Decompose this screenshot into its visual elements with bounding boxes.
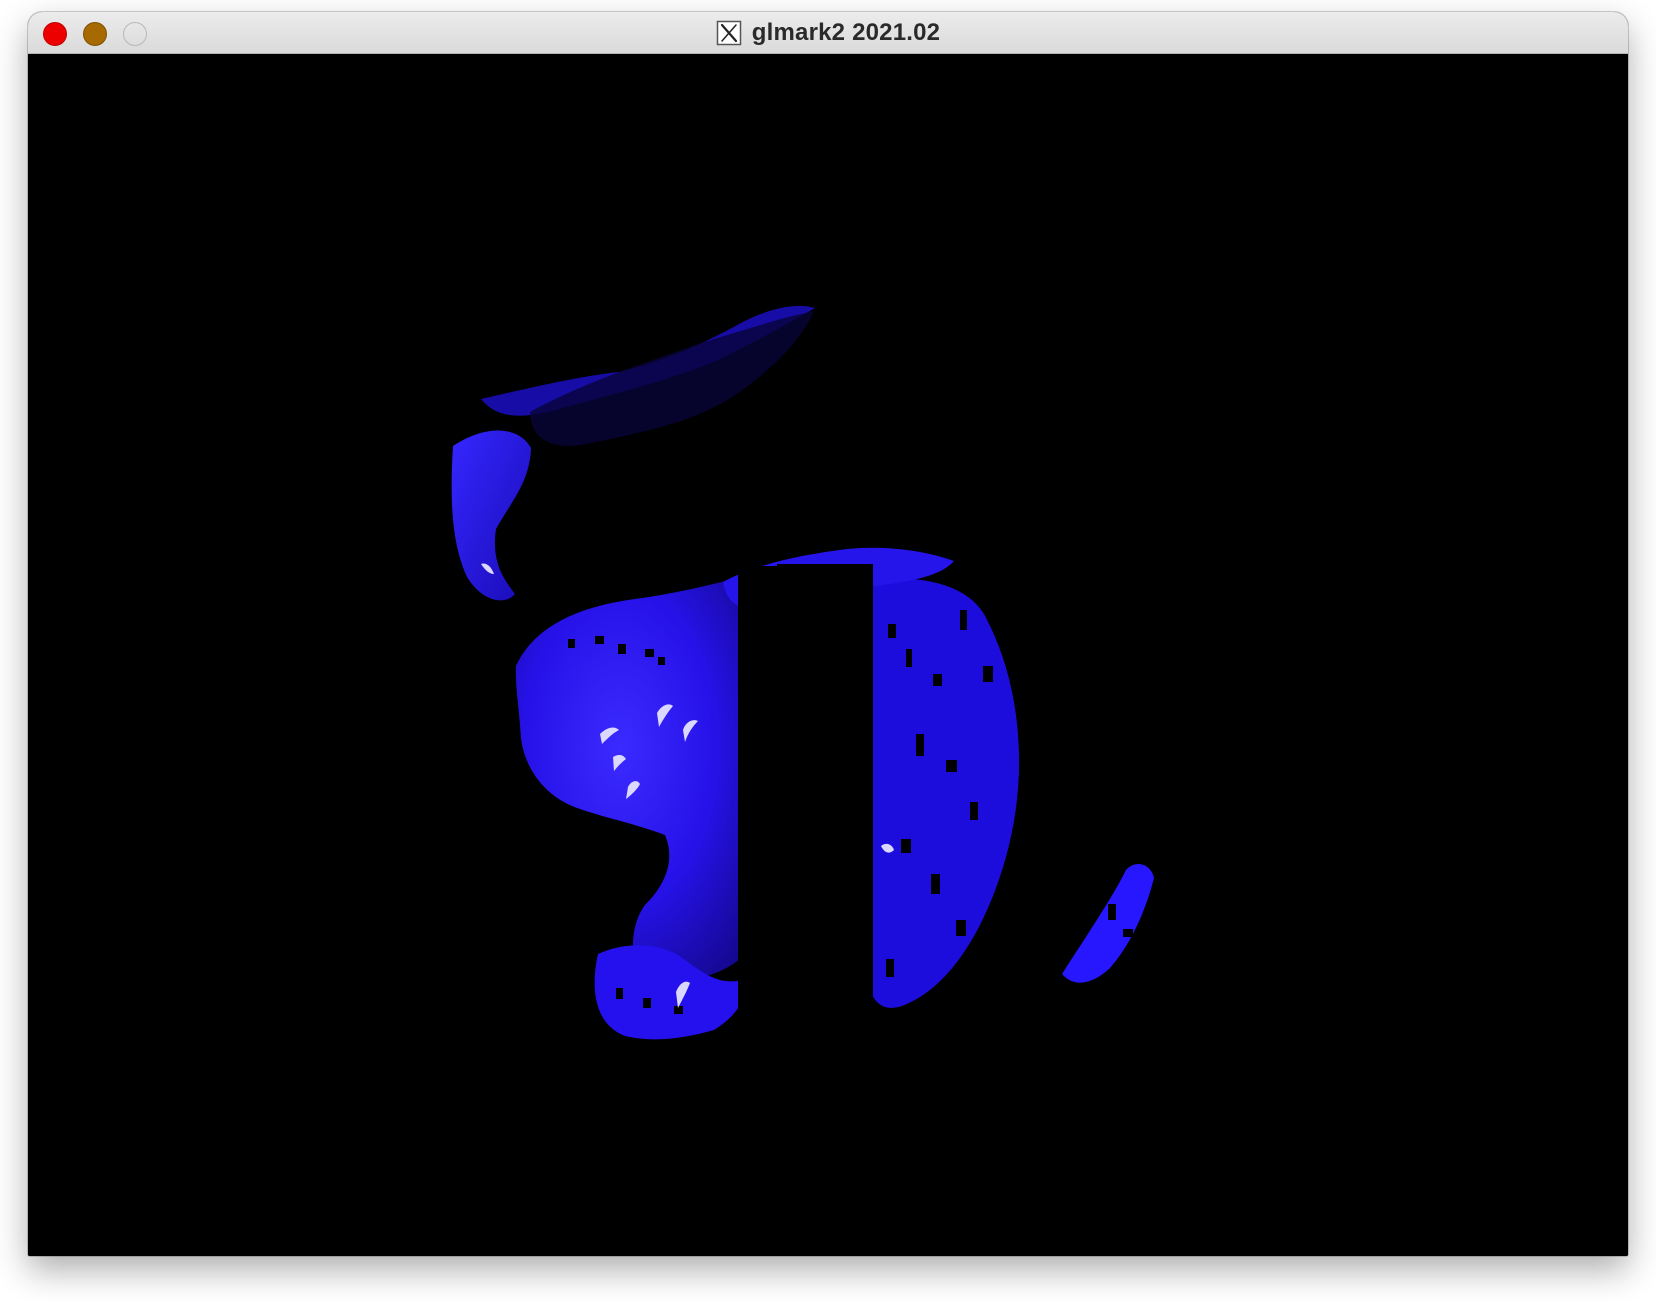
window-title: glmark2 2021.02 — [751, 19, 941, 46]
occlusion-band-center — [777, 564, 873, 1104]
rendered-bunny-scene — [28, 54, 1628, 1256]
occlusion-band-left — [738, 566, 777, 1086]
app-window: glmark2 2021.02 — [28, 12, 1628, 1256]
window-title-group: glmark2 2021.02 — [28, 12, 1628, 54]
title-bar[interactable]: glmark2 2021.02 — [28, 12, 1628, 54]
render-viewport[interactable] — [28, 54, 1628, 1256]
x11-icon — [716, 20, 741, 46]
